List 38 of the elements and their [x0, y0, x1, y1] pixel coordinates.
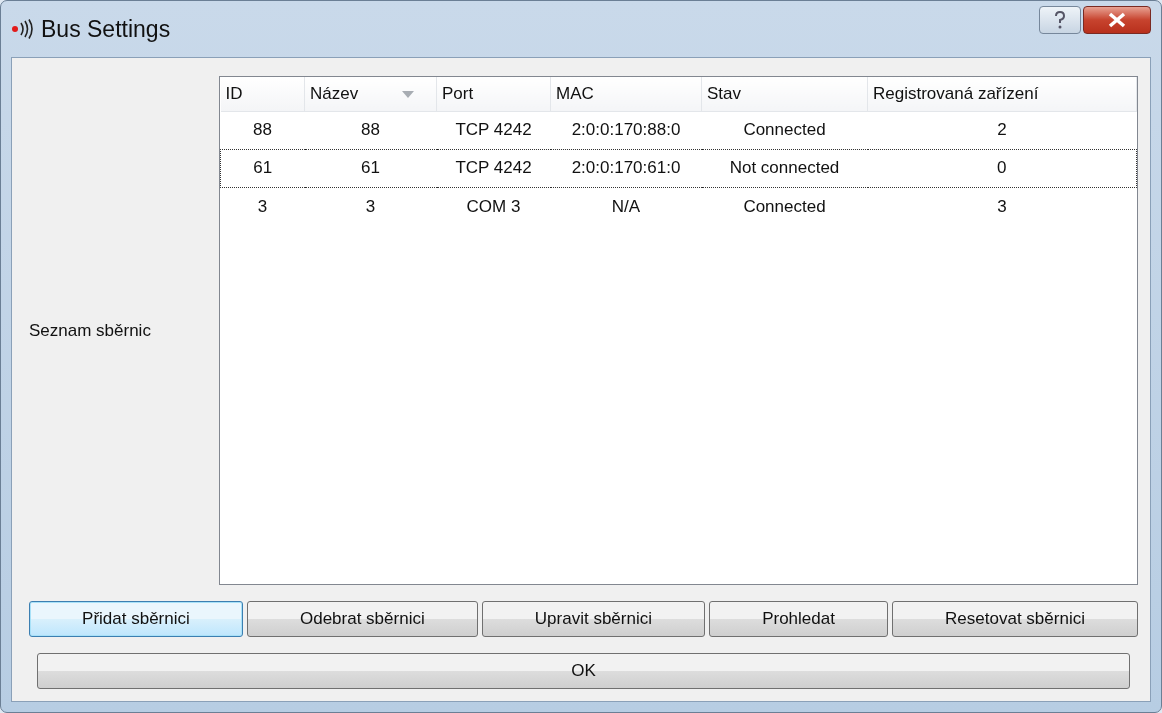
- signal-icon: [11, 19, 35, 39]
- close-button[interactable]: [1083, 6, 1151, 34]
- help-button[interactable]: [1039, 6, 1081, 34]
- table-cell: Connected: [701, 111, 868, 149]
- table-cell: 3: [304, 187, 437, 225]
- column-header[interactable]: Název: [304, 77, 437, 111]
- table-cell: 2: [867, 111, 1137, 149]
- table-cell: 2:0:0:170:61:0: [550, 149, 702, 187]
- table-cell: TCP 4242: [436, 111, 551, 149]
- sort-arrow-icon: [402, 91, 414, 98]
- action-button[interactable]: Resetovat sběrnici: [892, 601, 1138, 637]
- table-cell: 3: [867, 187, 1137, 225]
- close-icon: [1107, 12, 1127, 28]
- table-cell: TCP 4242: [436, 149, 551, 187]
- table-cell: 3: [220, 187, 305, 225]
- action-button[interactable]: Prohledat: [709, 601, 888, 637]
- table-cell: 61: [304, 149, 437, 187]
- column-header[interactable]: Registrovaná zařízení: [867, 77, 1137, 111]
- table-cell: N/A: [550, 187, 702, 225]
- table-cell: 0: [867, 149, 1137, 187]
- table-cell: 61: [220, 149, 305, 187]
- table-cell: Connected: [701, 187, 868, 225]
- column-header[interactable]: Stav: [701, 77, 868, 111]
- window-title: Bus Settings: [41, 14, 171, 44]
- column-header[interactable]: MAC: [550, 77, 702, 111]
- action-button[interactable]: Odebrat sběrnici: [246, 601, 478, 637]
- action-button[interactable]: Upravit sběrnici: [481, 601, 706, 637]
- table-cell: Not connected: [701, 149, 868, 187]
- table-cell: 88: [304, 111, 437, 149]
- table-cell: 88: [220, 111, 305, 149]
- column-header[interactable]: ID: [220, 77, 305, 111]
- question-mark-icon: [1052, 10, 1068, 30]
- table-cell: COM 3: [436, 187, 551, 225]
- table-cell: 2:0:0:170:88:0: [550, 111, 702, 149]
- column-header[interactable]: Port: [436, 77, 551, 111]
- action-button[interactable]: Přidat sběrnici: [29, 601, 243, 637]
- list-label: Seznam sběrnic: [29, 319, 151, 342]
- ok-button[interactable]: OK: [37, 653, 1130, 689]
